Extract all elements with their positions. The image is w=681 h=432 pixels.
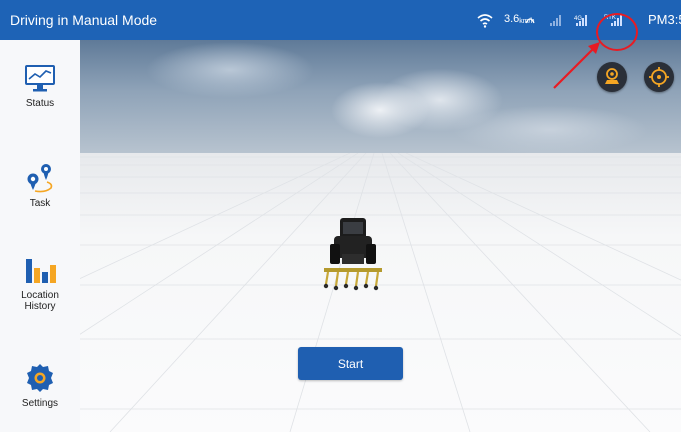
tractor-model: [323, 218, 382, 291]
speed-value: 3.6: [504, 13, 520, 25]
sidebar-item-label: Location History: [21, 290, 59, 312]
speed-arc-icon: [525, 18, 535, 24]
bar-chart-icon: [26, 259, 56, 283]
gear-icon: [27, 364, 53, 392]
sidebar-nav: Status Task Location History Settings: [0, 40, 80, 432]
start-button[interactable]: Start: [298, 347, 403, 380]
cellular-signal-icon: [550, 14, 561, 26]
sidebar-item-location-history[interactable]: Location History: [0, 256, 80, 312]
clock-time: PM3:52: [648, 12, 681, 27]
route-pins-icon: [27, 164, 53, 193]
sidebar-item-label: Settings: [21, 398, 59, 409]
sidebar-item-task[interactable]: Task: [0, 160, 80, 209]
driving-3d-view[interactable]: Start: [80, 40, 681, 432]
top-status-bar: Driving in Manual Mode 3.6km/h 4G RTK PM…: [0, 0, 681, 40]
monitor-chart-icon: [25, 65, 55, 92]
annotation-arrow-icon: [553, 42, 600, 89]
page-title: Driving in Manual Mode: [10, 12, 158, 28]
recenter-target-button[interactable]: [644, 62, 674, 92]
sidebar-item-label: Status: [25, 98, 55, 109]
wifi-icon: [477, 14, 493, 28]
sidebar-item-label: Task: [29, 198, 51, 209]
network-signal-icon: [576, 14, 587, 26]
crosshair-target-icon: [649, 67, 669, 87]
sidebar-item-settings[interactable]: Settings: [0, 362, 80, 409]
sidebar-item-status[interactable]: Status: [0, 64, 80, 109]
